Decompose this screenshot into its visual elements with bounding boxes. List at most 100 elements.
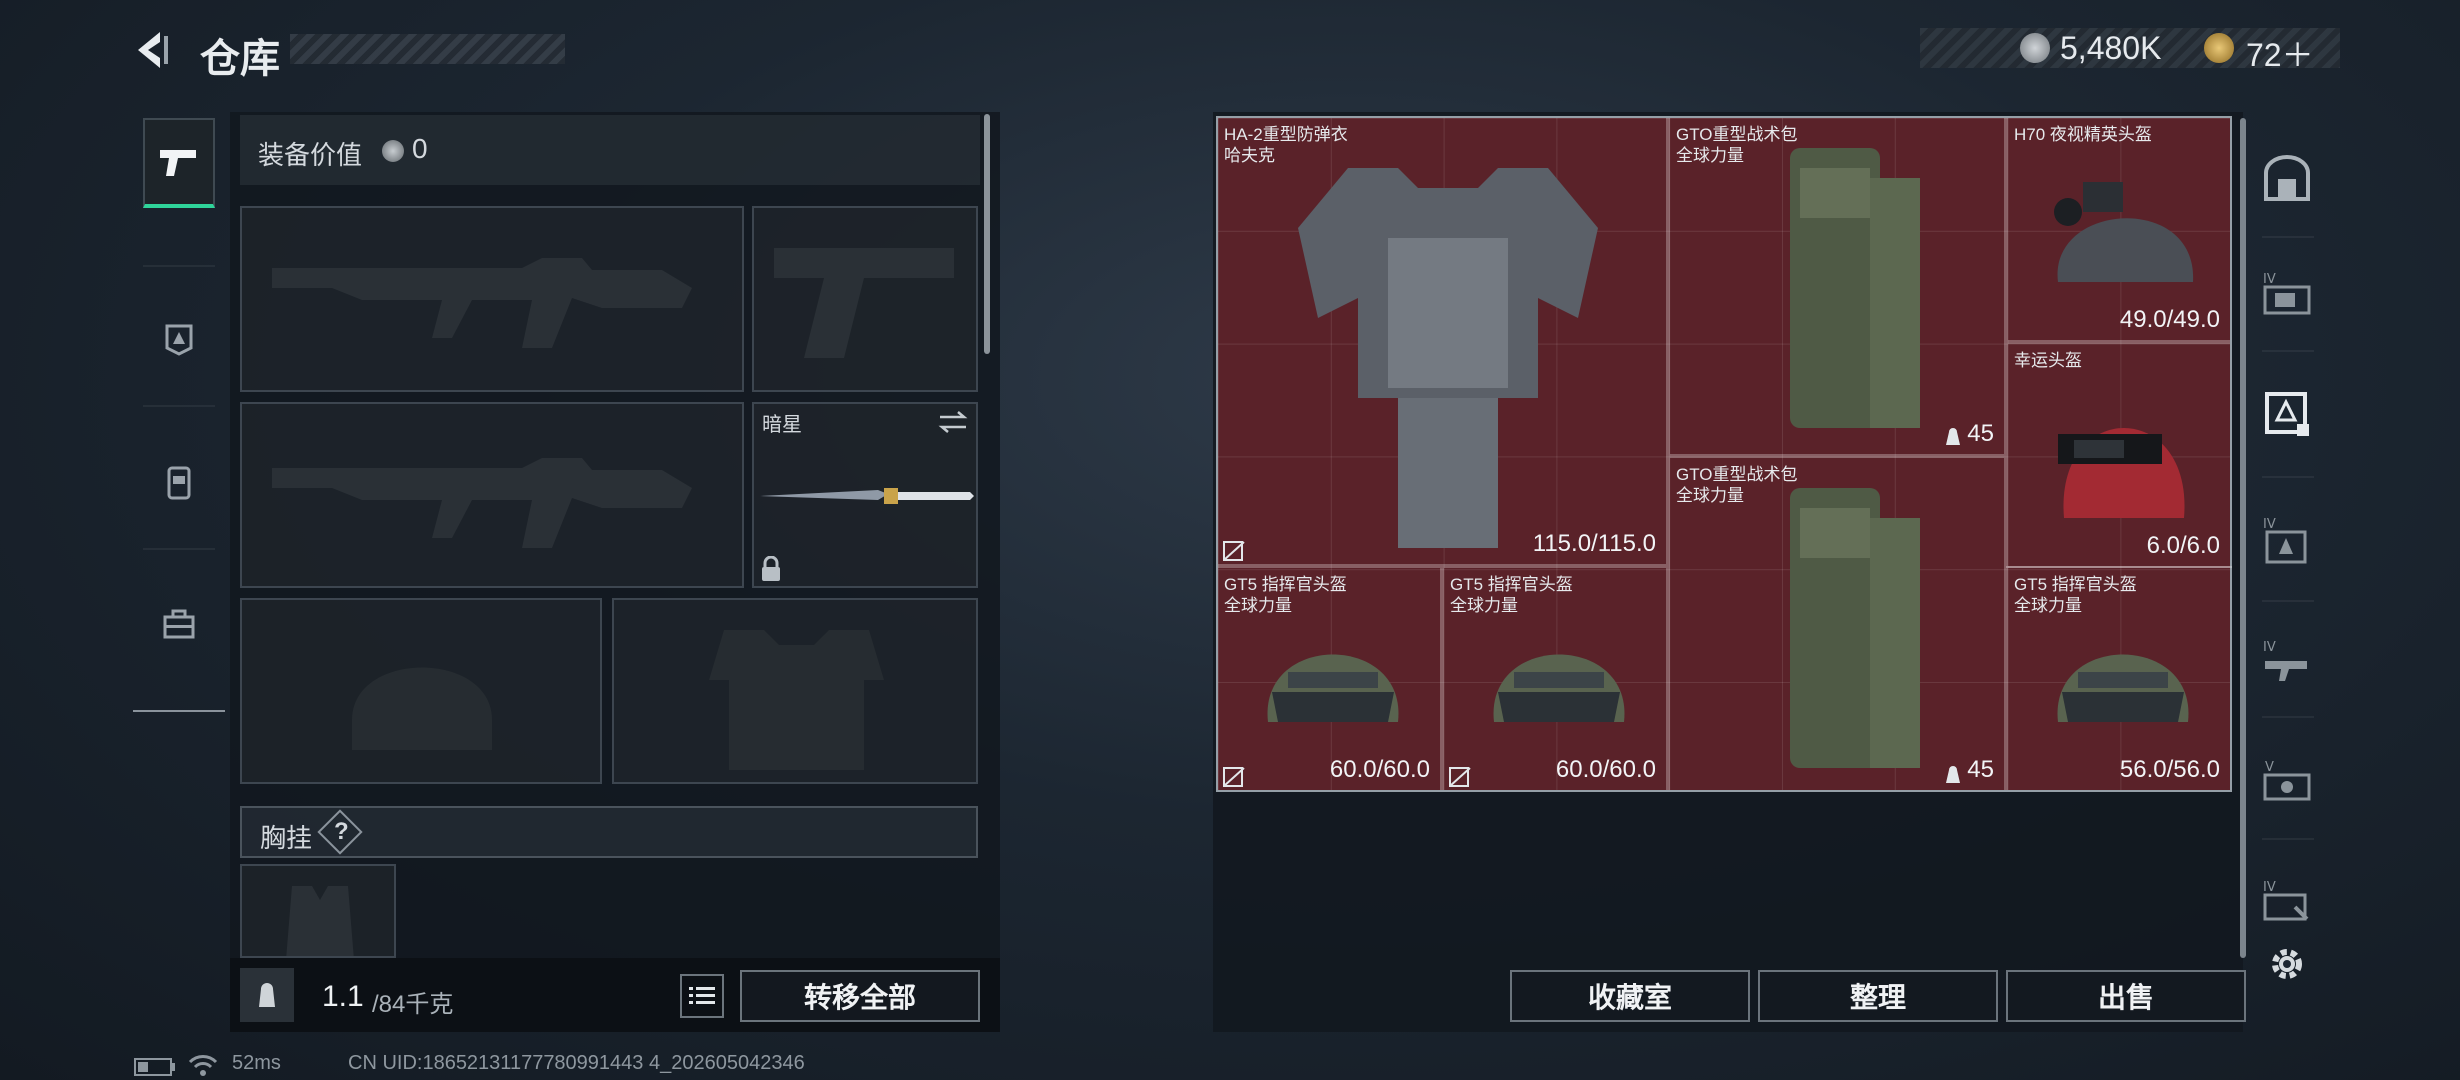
equipment-value: 0 xyxy=(412,133,428,164)
equipment-storage-icon xyxy=(2265,392,2309,436)
inventory-item[interactable]: 幸运头盔 6.0/6.0 xyxy=(2006,342,2232,568)
collection-room-button[interactable]: 收藏室 xyxy=(1510,970,1750,1022)
warehouse-icon xyxy=(2264,155,2310,201)
tab-weapons[interactable] xyxy=(143,118,215,208)
capacity-icon xyxy=(1946,766,1960,783)
item-durability: 60.0/60.0 xyxy=(1329,756,1430,783)
storage-iv-icon: IV xyxy=(2263,640,2307,681)
warehouse-tab-v[interactable]: V xyxy=(2256,730,2318,830)
commander-helmet-icon xyxy=(1267,654,1399,722)
currency-silver: 5,480K xyxy=(2060,30,2162,66)
item-name: GT5 指挥官头盔 全球力量 xyxy=(2014,575,2137,615)
helmet-armor-icon xyxy=(165,324,193,356)
chest-rig-label: 胸挂 xyxy=(260,823,313,853)
tab-cases[interactable] xyxy=(143,580,215,670)
rail-divider xyxy=(143,405,215,407)
backpack-icon xyxy=(167,466,191,500)
rail-divider xyxy=(143,265,215,267)
tab-helmets[interactable] xyxy=(143,293,215,383)
rail-divider xyxy=(2262,476,2314,478)
sort-button[interactable]: 整理 xyxy=(1758,970,1998,1022)
insured-icon xyxy=(1223,767,1245,787)
chest-rig-slot[interactable] xyxy=(240,864,396,958)
insured-icon xyxy=(1223,541,1245,561)
storage-iv-icon: IV xyxy=(2263,272,2311,315)
melee-slot[interactable]: 暗星 xyxy=(752,402,978,588)
item-name: H70 夜视精英头盔 xyxy=(2014,125,2152,144)
commander-helmet-icon xyxy=(2057,654,2189,722)
armor-silhouette-icon xyxy=(709,630,884,770)
vest-silhouette-icon xyxy=(286,886,354,956)
equipment-scrollbar[interactable] xyxy=(984,114,990,354)
silver-coin-icon xyxy=(382,140,404,162)
inventory-item[interactable]: GT5 指挥官头盔 全球力量 56.0/56.0 xyxy=(2006,566,2232,792)
warehouse-tab-4a[interactable]: IV xyxy=(2256,242,2318,342)
weight-icon xyxy=(259,983,275,1007)
pistol-silhouette-icon xyxy=(774,248,954,358)
tab-backpacks[interactable] xyxy=(143,437,215,527)
svg-text:IV: IV xyxy=(2263,517,2276,532)
item-capacity: 45 xyxy=(1967,420,1994,447)
back-arrow-icon[interactable] xyxy=(130,28,174,72)
warehouse-tab-helmet[interactable]: IV xyxy=(2256,490,2318,590)
inventory-item[interactable]: GTO重型战术包 全球力量 45 xyxy=(1668,116,2006,456)
helmet-slot[interactable] xyxy=(240,598,602,784)
svg-text:IV: IV xyxy=(2263,640,2276,655)
body-armor-slot[interactable] xyxy=(612,598,978,784)
backpack-icon xyxy=(1790,488,1920,768)
warehouse-tab-equipment[interactable] xyxy=(2256,364,2318,464)
primary-weapon-slot[interactable] xyxy=(240,206,744,392)
warehouse-tab-weapons[interactable]: IV xyxy=(2256,610,2318,710)
commander-helmet-icon xyxy=(1493,654,1625,722)
rifle-silhouette-icon xyxy=(272,258,692,348)
ping-text: 52ms xyxy=(232,1052,281,1074)
item-name: GT5 指挥官头盔 全球力量 xyxy=(1450,575,1573,615)
list-icon xyxy=(689,987,715,1004)
gold-coin-icon xyxy=(2204,33,2234,63)
swap-icon[interactable] xyxy=(938,410,968,434)
svg-text:IV: IV xyxy=(2263,272,2276,287)
item-durability: 6.0/6.0 xyxy=(2146,532,2220,559)
storage-iv-icon: IV xyxy=(2263,517,2307,564)
knife-icon xyxy=(760,488,974,504)
warehouse-tab-main[interactable] xyxy=(2256,128,2318,228)
weight-current: 1.1 xyxy=(322,980,364,1013)
help-icon[interactable]: ? xyxy=(334,818,349,846)
item-name: GT5 指挥官头盔 全球力量 xyxy=(1224,575,1347,615)
inventory-item[interactable]: GTO重型战术包 全球力量 45 xyxy=(1668,456,2006,792)
inventory-item[interactable]: HA-2重型防弹衣 哈夫克 115.0/115.0 xyxy=(1216,116,1668,566)
secondary-weapon-slot[interactable] xyxy=(240,402,744,588)
list-view-button[interactable] xyxy=(680,974,724,1018)
case-icon xyxy=(163,609,195,639)
battery-icon xyxy=(134,1058,175,1076)
item-durability: 56.0/56.0 xyxy=(2119,756,2220,783)
storage-iv-icon: IV xyxy=(2263,880,2309,921)
page-title: 仓库 xyxy=(200,37,280,81)
sidearm-slot[interactable] xyxy=(752,206,978,392)
svg-text:V: V xyxy=(2265,760,2274,775)
uid-text: CN UID:18652131177780991443 4_2026050423… xyxy=(348,1052,805,1074)
inventory-item[interactable]: GT5 指挥官头盔 全球力量 60.0/60.0 xyxy=(1442,566,1668,792)
storage-v-icon: V xyxy=(2263,760,2311,801)
item-durability: 115.0/115.0 xyxy=(1532,530,1656,557)
transfer-all-button[interactable]: 转移全部 xyxy=(740,970,980,1022)
lock-icon xyxy=(762,556,780,581)
nvg-helmet-icon xyxy=(2054,182,2194,282)
inventory-scrollbar[interactable] xyxy=(2240,118,2246,958)
item-durability: 49.0/49.0 xyxy=(2119,306,2220,333)
title-decoration xyxy=(290,34,565,64)
inventory-item[interactable]: GT5 指挥官头盔 全球力量 60.0/60.0 xyxy=(1216,566,1442,792)
rail-divider xyxy=(2262,350,2314,352)
silver-coin-icon xyxy=(2020,33,2050,63)
chest-rig-header[interactable]: 胸挂 ? xyxy=(240,806,978,858)
item-name: 幸运头盔 xyxy=(2014,351,2082,370)
currency-gold[interactable]: 72＋ xyxy=(2246,30,2314,76)
gear-icon xyxy=(2272,949,2302,979)
pistol-icon xyxy=(160,150,196,176)
settings-button[interactable] xyxy=(2256,926,2318,1002)
weight-capacity: /84千克 xyxy=(372,991,454,1018)
rail-divider xyxy=(2262,600,2314,602)
melee-name: 暗星 xyxy=(762,414,802,436)
inventory-item[interactable]: H70 夜视精英头盔 49.0/49.0 xyxy=(2006,116,2232,342)
sell-button[interactable]: 出售 xyxy=(2006,970,2246,1022)
